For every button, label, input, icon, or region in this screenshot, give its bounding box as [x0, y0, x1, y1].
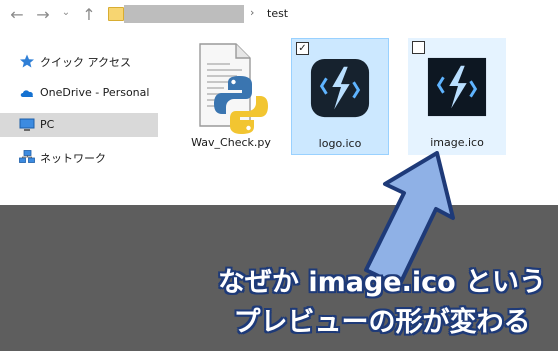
annotation-caption-line-2: プレビューの形が変わる — [233, 307, 531, 338]
annotation-caption-line-1: なぜか image.ico という — [217, 267, 547, 298]
